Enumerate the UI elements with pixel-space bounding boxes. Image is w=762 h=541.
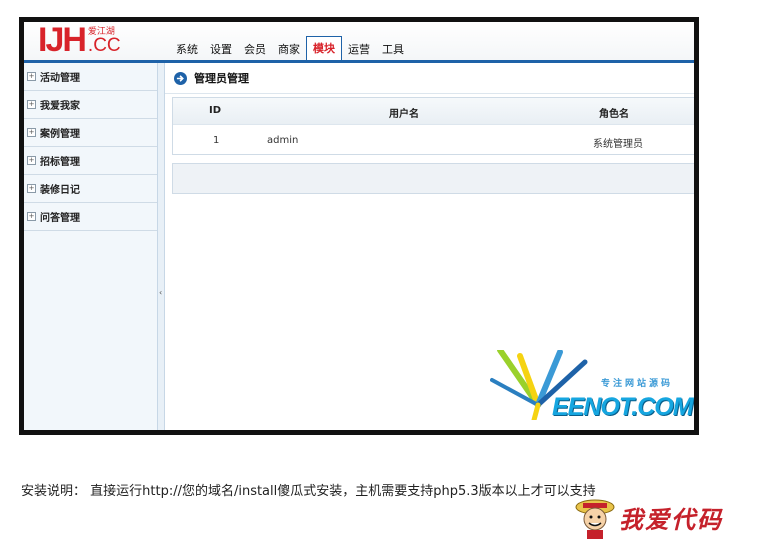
sidebar-splitter[interactable]: ‹ <box>158 63 165 430</box>
column-header-id: ID <box>209 105 222 116</box>
sidebar-item-activity[interactable]: + 活动管理 <box>24 63 157 91</box>
site-logo[interactable]: IJH 爱江湖 .CC <box>38 22 121 59</box>
sidebar: + 活动管理 + 我爱我家 + 案例管理 + 招标管理 + 装修日记 + 问答管… <box>24 63 158 430</box>
sidebar-item-diary[interactable]: + 装修日记 <box>24 175 157 203</box>
sidebar-item-label: 问答管理 <box>40 213 80 224</box>
expand-icon: + <box>27 72 36 81</box>
screenshot-frame: IJH 爱江湖 .CC 系统 设置 会员 商家 模块 运营 工具 + 活动管理 <box>19 17 699 435</box>
nav-tab-settings[interactable]: 设置 <box>204 40 238 60</box>
sidebar-item-label: 招标管理 <box>40 157 80 168</box>
nav-tab-members[interactable]: 会员 <box>238 40 272 60</box>
sidebar-item-label: 案例管理 <box>40 129 80 140</box>
collapse-arrow-icon[interactable]: ‹ <box>159 288 162 297</box>
sidebar-item-qa[interactable]: + 问答管理 <box>24 203 157 231</box>
cell-id: 1 <box>213 135 220 146</box>
install-note: 安装说明： 直接运行http://您的域名/install傻瓜式安装，主机需要支… <box>21 484 596 499</box>
nav-tab-operations[interactable]: 运营 <box>342 40 376 60</box>
nav-tab-system[interactable]: 系统 <box>170 40 204 60</box>
admin-window: IJH 爱江湖 .CC 系统 设置 会员 商家 模块 运营 工具 + 活动管理 <box>24 22 694 430</box>
table-header: ID 用户名 角色名 <box>173 98 694 125</box>
brand-text: 我爱代码 <box>619 504 723 534</box>
watermark-text: EENOT.COM <box>552 393 694 421</box>
top-nav: 系统 设置 会员 商家 模块 运营 工具 <box>170 36 410 60</box>
expand-icon: + <box>27 128 36 137</box>
logo-domain-text: .CC <box>87 35 121 56</box>
expand-icon: + <box>27 156 36 165</box>
nav-tab-merchants[interactable]: 商家 <box>272 40 306 60</box>
expand-icon: + <box>27 212 36 221</box>
sidebar-item-label: 装修日记 <box>40 185 80 196</box>
column-header-username: 用户名 <box>389 109 419 120</box>
page-header: 管理员管理 <box>165 63 694 94</box>
page-title: 管理员管理 <box>194 72 249 85</box>
watermark-subtitle: 专注网站源码 <box>601 379 674 389</box>
sidebar-item-label: 我爱我家 <box>40 101 80 112</box>
expand-icon: + <box>27 184 36 193</box>
sidebar-item-home[interactable]: + 我爱我家 <box>24 91 157 119</box>
pirate-mascot-icon <box>575 499 615 539</box>
sidebar-item-tenders[interactable]: + 招标管理 <box>24 147 157 175</box>
watermark: 专注网站源码 EENOT.COM <box>490 347 694 430</box>
brand-badge: 我爱代码 <box>575 495 723 539</box>
logo-text: IJH <box>38 22 87 59</box>
nav-tab-tools[interactable]: 工具 <box>376 40 410 60</box>
sidebar-item-cases[interactable]: + 案例管理 <box>24 119 157 147</box>
nav-tab-modules[interactable]: 模块 <box>306 36 342 60</box>
cell-role: 系统管理员 <box>593 139 643 150</box>
table-footer-bar <box>172 163 694 194</box>
cell-username: admin <box>267 135 299 146</box>
expand-icon: + <box>27 100 36 109</box>
column-header-role: 角色名 <box>599 109 629 120</box>
table-row[interactable]: 1 admin 系统管理员 <box>173 125 694 155</box>
logo-side: 爱江湖 .CC <box>88 27 121 55</box>
top-header: IJH 爱江湖 .CC 系统 设置 会员 商家 模块 运营 工具 <box>24 22 694 63</box>
sidebar-item-label: 活动管理 <box>40 73 80 84</box>
admin-table: ID 用户名 角色名 1 admin 系统管理员 <box>172 97 694 155</box>
arrow-right-icon <box>174 71 187 85</box>
